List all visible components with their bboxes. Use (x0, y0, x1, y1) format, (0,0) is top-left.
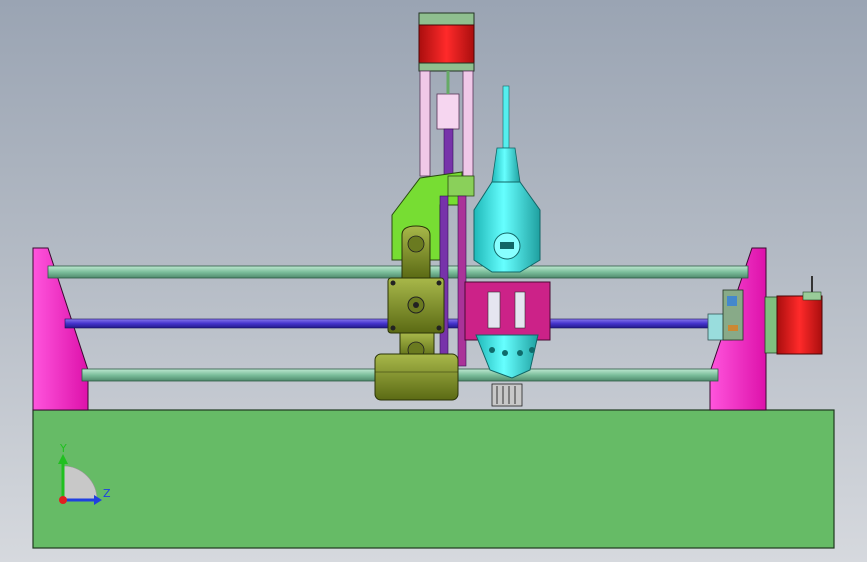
z-stepper-motor (418, 24, 475, 64)
x-stepper-motor (776, 295, 823, 355)
spindle-bracket (464, 281, 551, 341)
upper-guide-rail (47, 265, 749, 279)
z-lead-screw (443, 128, 454, 180)
triad-x-axis (59, 496, 67, 504)
z-frame-right-post (462, 70, 474, 177)
z-coupler (436, 93, 460, 130)
linear-bearing-block (374, 353, 459, 401)
triad-y-label: Y (59, 442, 67, 455)
cnc-machine-model: Y Z (32, 12, 835, 549)
spindle-tip-rod (502, 85, 510, 149)
z-stepper-motor-top (418, 12, 475, 26)
machine-base (32, 409, 835, 549)
triad-z-label: Z (103, 487, 111, 500)
x-motor-flange (764, 296, 778, 354)
cad-viewport[interactable]: Y Z (0, 0, 867, 562)
spindle-cone-top (491, 147, 521, 183)
z-frame-left-post (419, 70, 431, 177)
